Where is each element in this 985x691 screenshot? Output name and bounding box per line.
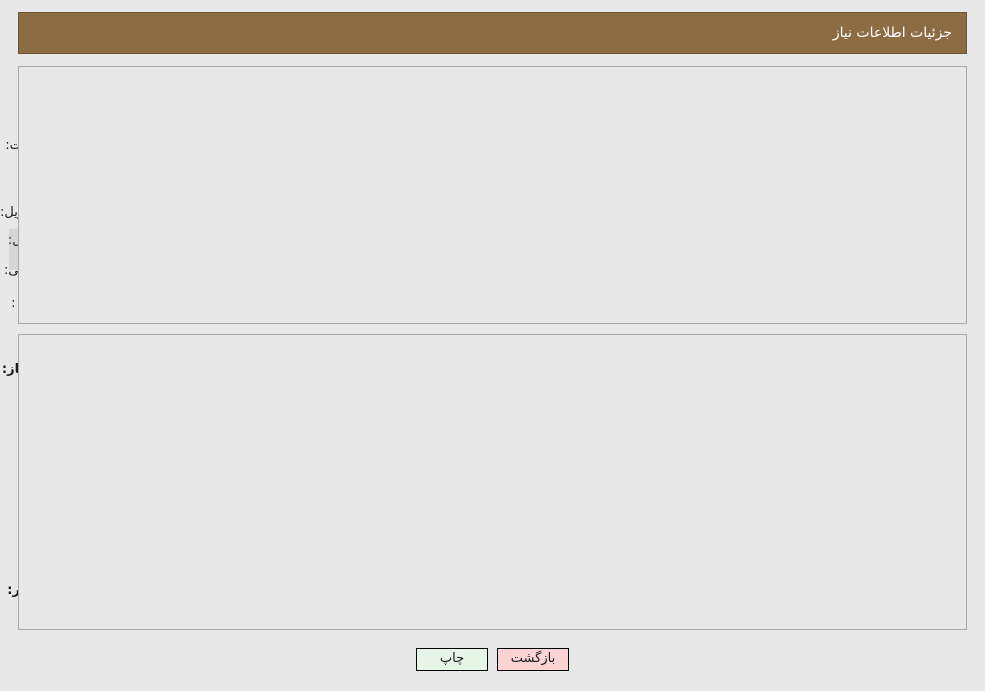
print-button[interactable]: چاپ	[416, 648, 488, 671]
page-header: جزئیات اطلاعات نیاز	[18, 12, 967, 54]
need-info-panel	[18, 66, 967, 324]
back-button[interactable]: بازگشت	[497, 648, 569, 671]
action-buttons: بازگشت چاپ	[0, 648, 985, 671]
page-root: AriaTender.net جزئیات اطلاعات نیاز شماره…	[0, 0, 985, 691]
details-panel	[18, 334, 967, 630]
page-title: جزئیات اطلاعات نیاز	[832, 25, 952, 41]
